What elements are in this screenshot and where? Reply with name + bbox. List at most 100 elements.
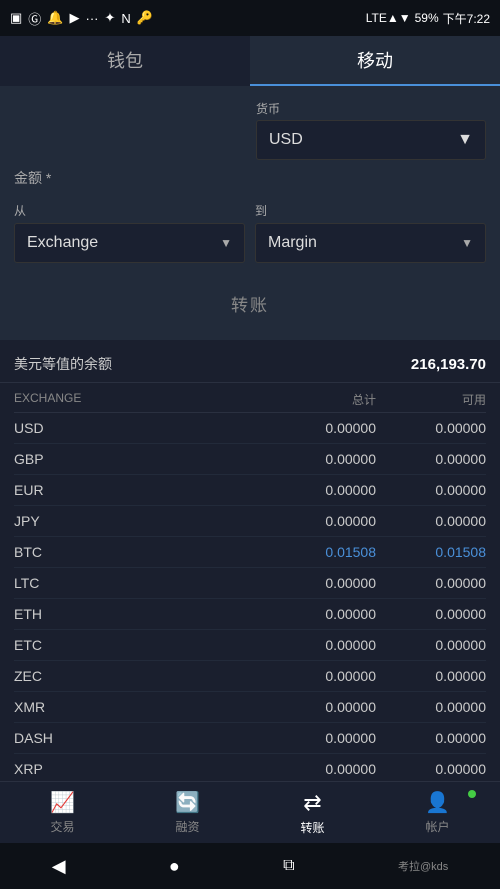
exchange-table: EXCHANGE 总计 可用 USD 0.00000 0.00000 GBP 0…	[0, 383, 500, 785]
row-total: 0.00000	[266, 761, 376, 777]
nav-funding[interactable]: 🔄 融资	[125, 782, 250, 843]
tab-header: 钱包 移动	[0, 36, 500, 86]
row-name: EUR	[14, 482, 266, 498]
transfer-icon: ⇄	[303, 790, 321, 816]
nav-transfer[interactable]: ⇄ 转账	[250, 782, 375, 843]
row-total: 0.00000	[266, 420, 376, 436]
row-name: DASH	[14, 730, 266, 746]
to-value: Margin	[268, 234, 317, 252]
table-row: LTC 0.00000 0.00000	[14, 568, 486, 599]
account-dot	[468, 790, 476, 798]
status-bar: ▣ Ⓖ 🔔 ▶ ··· ✦ N 🔑 LTE▲▼ 59% 下午7:22	[0, 0, 500, 36]
section-label: EXCHANGE	[14, 391, 266, 408]
battery-level: 59%	[415, 11, 439, 25]
icon-dots: ···	[86, 11, 99, 26]
currency-arrow-icon: ▼	[457, 131, 473, 149]
back-button[interactable]: ◀	[52, 856, 66, 877]
row-total: 0.01508	[266, 544, 376, 560]
row-available: 0.00000	[376, 513, 486, 529]
icon-play: ▶	[70, 10, 80, 26]
row-available: 0.00000	[376, 451, 486, 467]
from-group: 从 Exchange ▼	[14, 202, 245, 263]
row-total: 0.00000	[266, 730, 376, 746]
from-value: Exchange	[27, 234, 98, 252]
row-name: GBP	[14, 451, 266, 467]
status-left-icons: ▣ Ⓖ 🔔 ▶ ··· ✦ N 🔑	[10, 9, 153, 28]
currency-dropdown[interactable]: USD ▼	[256, 120, 486, 160]
current-time: 下午7:22	[443, 10, 490, 27]
row-available: 0.00000	[376, 668, 486, 684]
nav-trading[interactable]: 📈 交易	[0, 782, 125, 843]
icon-nfc: N	[121, 11, 130, 26]
row-total: 0.00000	[266, 575, 376, 591]
row-total: 0.00000	[266, 668, 376, 684]
row-name: JPY	[14, 513, 266, 529]
icon-bluetooth: ✦	[105, 10, 116, 26]
transfer-btn-row: 转账	[14, 279, 486, 330]
currency-value: USD	[269, 131, 303, 149]
table-row: XMR 0.00000 0.00000	[14, 692, 486, 723]
row-available: 0.00000	[376, 761, 486, 777]
row-total: 0.00000	[266, 699, 376, 715]
account-label: 帐户	[425, 818, 449, 835]
currency-label: 货币	[256, 100, 486, 117]
icon-g: Ⓖ	[28, 9, 41, 28]
row-available: 0.00000	[376, 606, 486, 622]
row-total: 0.00000	[266, 637, 376, 653]
recents-button[interactable]: ⧉	[283, 857, 294, 875]
row-name: ETH	[14, 606, 266, 622]
balance-section: 美元等值的余额 216,193.70	[0, 340, 500, 383]
row-available: 0.00000	[376, 482, 486, 498]
table-row: GBP 0.00000 0.00000	[14, 444, 486, 475]
amount-label: 金额 *	[14, 168, 254, 188]
from-to-row: 从 Exchange ▼ 到 Margin ▼	[14, 202, 486, 263]
to-dropdown[interactable]: Margin ▼	[255, 223, 486, 263]
row-available: 0.00000	[376, 730, 486, 746]
row-available: 0.00000	[376, 575, 486, 591]
row-total: 0.00000	[266, 513, 376, 529]
status-right-info: LTE▲▼ 59% 下午7:22	[366, 10, 490, 27]
to-label: 到	[255, 202, 486, 219]
row-available: 0.00000	[376, 637, 486, 653]
from-arrow-icon: ▼	[220, 236, 232, 250]
nav-account[interactable]: 👤 帐户	[375, 782, 500, 843]
row-name: USD	[14, 420, 266, 436]
funding-label: 融资	[175, 818, 199, 835]
table-row: ETH 0.00000 0.00000	[14, 599, 486, 630]
brand-label: 考拉@kds	[398, 858, 448, 874]
from-dropdown[interactable]: Exchange ▼	[14, 223, 245, 263]
row-name: XMR	[14, 699, 266, 715]
funding-icon: 🔄	[175, 790, 200, 815]
table-row: ZEC 0.00000 0.00000	[14, 661, 486, 692]
icon-key: 🔑	[137, 10, 153, 26]
tab-wallet[interactable]: 钱包	[0, 36, 250, 86]
row-available: 0.01508	[376, 544, 486, 560]
available-header: 可用	[376, 391, 486, 408]
row-available: 0.00000	[376, 699, 486, 715]
balance-label: 美元等值的余额	[14, 354, 112, 374]
trading-label: 交易	[50, 818, 74, 835]
transfer-nav-label: 转账	[300, 819, 324, 836]
table-row: USD 0.00000 0.00000	[14, 413, 486, 444]
bottom-nav: 📈 交易 🔄 融资 ⇄ 转账 👤 帐户	[0, 781, 500, 843]
table-header: EXCHANGE 总计 可用	[14, 383, 486, 413]
table-rows: USD 0.00000 0.00000 GBP 0.00000 0.00000 …	[14, 413, 486, 785]
row-name: XRP	[14, 761, 266, 777]
currency-row: 货币 USD ▼	[14, 100, 486, 160]
table-row: JPY 0.00000 0.00000	[14, 506, 486, 537]
signal-icon: LTE▲▼	[366, 11, 411, 25]
transfer-button[interactable]: 转账	[231, 291, 269, 316]
currency-group: 货币 USD ▼	[256, 100, 486, 160]
tab-transfer[interactable]: 移动	[250, 36, 500, 86]
row-name: LTC	[14, 575, 266, 591]
home-button[interactable]: ●	[169, 856, 180, 877]
system-nav: ◀ ● ⧉ 考拉@kds	[0, 843, 500, 889]
total-header: 总计	[266, 391, 376, 408]
account-icon: 👤	[425, 790, 450, 815]
icon-bell: 🔔	[47, 10, 63, 26]
table-row: EUR 0.00000 0.00000	[14, 475, 486, 506]
balance-value: 216,193.70	[411, 356, 486, 373]
to-group: 到 Margin ▼	[255, 202, 486, 263]
table-row: DASH 0.00000 0.00000	[14, 723, 486, 754]
row-name: BTC	[14, 544, 266, 560]
